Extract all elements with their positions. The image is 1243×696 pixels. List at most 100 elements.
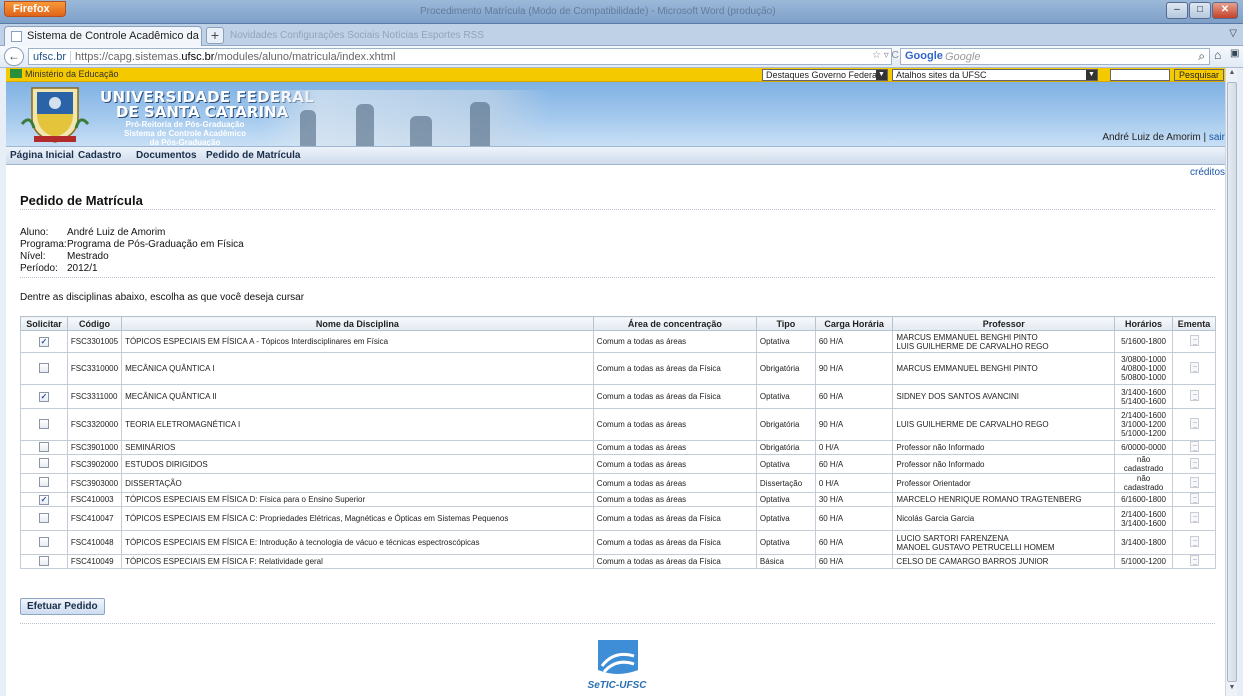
divider [20, 209, 1215, 210]
professor-cell: MARCUS EMMANUEL BENGHI PINTO [892, 352, 1116, 385]
schedule-entry: 3/1400-1800 [1121, 538, 1167, 547]
site-identity[interactable]: ufsc.br [33, 51, 72, 63]
user-separator: | [1203, 132, 1207, 143]
request-checkbox[interactable] [38, 418, 49, 429]
instruction-text: Dentre as disciplinas abaixo, escolha as… [20, 292, 305, 303]
col-horarios: Horários [1114, 316, 1173, 331]
professor-name: MARCUS EMMANUEL BENGHI PINTO [896, 364, 1038, 373]
ufsc-shortcuts-select[interactable]: Atalhos sites da UFSC ▼ [892, 69, 1098, 81]
menu-item-pedido-matricula[interactable]: Pedido de Matrícula [206, 150, 300, 161]
creditos-link[interactable]: créditos [1190, 167, 1225, 178]
ementa-document-icon[interactable] [1189, 441, 1199, 452]
carga-cell: 60 H/A [814, 506, 894, 531]
table-row: FSC3310000 MECÂNICA QUÂNTICA I Comum a tod… [20, 352, 1216, 385]
request-checkbox[interactable] [38, 536, 49, 547]
ementa-document-icon[interactable] [1189, 476, 1199, 488]
home-icon[interactable]: ⌂ [1214, 48, 1228, 65]
menu-item-cadastro[interactable]: Cadastro [78, 150, 121, 161]
back-button[interactable]: ← [4, 47, 24, 66]
request-checkbox[interactable]: ✓ [38, 391, 49, 402]
student-info: Aluno: André Luiz de Amorim [20, 227, 166, 238]
minimize-icon[interactable]: – [1166, 2, 1188, 19]
carga-cell: 0 H/A [814, 473, 894, 493]
search-input[interactable]: Google Google ⌕ [900, 48, 1210, 65]
window-title: Procedimento Matrícula (Modo de Compatib… [420, 6, 776, 17]
request-checkbox[interactable] [38, 512, 49, 523]
gov-highlights-select[interactable]: Destaques Governo Federal ▼ [762, 69, 888, 81]
ementa-cell [1172, 506, 1216, 531]
codigo-cell: FSC410049 [66, 554, 123, 569]
professor-cell: Nicolás Garcia Garcia [892, 506, 1116, 531]
firefox-menu-button[interactable]: Firefox [4, 1, 66, 17]
schedule-entry: 5/0800-1000 [1121, 373, 1167, 382]
col-nome: Nome da Disciplina [121, 316, 594, 331]
schedule-entry: 3/0800-1000 [1121, 355, 1167, 364]
ementa-cell [1172, 473, 1216, 493]
search-placeholder: Google [945, 51, 981, 63]
ementa-document-icon[interactable] [1189, 362, 1199, 373]
new-tab-button[interactable]: + [206, 27, 224, 44]
ementa-document-icon[interactable] [1189, 418, 1199, 429]
user-name: André Luiz de Amorim [1102, 132, 1201, 143]
carga-cell: 0 H/A [814, 440, 894, 455]
carga-cell: 90 H/A [814, 408, 894, 441]
gov-search-input[interactable] [1110, 69, 1170, 81]
professor-name: LUIS GUILHERME DE CARVALHO REGO [896, 420, 1049, 429]
request-checkbox[interactable] [38, 441, 49, 452]
nome-cell: MECÂNICA QUÂNTICA I [121, 352, 594, 385]
table-row: FSC3903000 DISSERTAÇÃO Comum a todas as ár… [20, 473, 1216, 493]
codigo-cell: FSC410048 [66, 530, 123, 555]
menu-item-documentos[interactable]: Documentos [136, 150, 197, 161]
schedule-entry: 6/0000-0000 [1121, 443, 1167, 452]
search-engine-icon[interactable]: Google [905, 50, 943, 62]
ementa-document-icon[interactable] [1189, 555, 1199, 566]
vertical-scrollbar[interactable]: ▲ ▼ [1225, 68, 1237, 696]
codigo-cell: FSC410003 [66, 492, 123, 507]
ementa-document-icon[interactable] [1189, 457, 1199, 469]
ementa-cell [1172, 384, 1216, 409]
request-checkbox[interactable] [38, 477, 49, 487]
gov-search-button[interactable]: Pesquisar [1174, 69, 1224, 81]
close-icon[interactable]: ✕ [1212, 2, 1238, 19]
chevron-down-icon[interactable]: ▽ [1229, 28, 1237, 39]
nome-cell: TEORIA ELETROMAGNÉTICA I [121, 408, 594, 441]
professor-name: MARCELO HENRIQUE ROMANO TRAGTENBERG [896, 495, 1082, 504]
request-checkbox[interactable] [38, 555, 49, 566]
request-checkbox[interactable]: ✓ [38, 494, 49, 505]
ementa-cell [1172, 492, 1216, 507]
area-cell: Comum a todas as áreas [592, 330, 757, 353]
search-icon[interactable]: ⌕ [1198, 49, 1205, 64]
ementa-document-icon[interactable] [1189, 390, 1199, 401]
tipo-cell: Optativa [755, 530, 816, 555]
ementa-cell [1172, 440, 1216, 455]
logout-link[interactable]: sair [1209, 132, 1225, 143]
url-bar[interactable]: ufsc.br https://capg.sistemas.ufsc.br/mod… [28, 48, 892, 65]
bookmark-star-icon[interactable]: ☆ ▿ C [872, 50, 899, 61]
scroll-up-icon[interactable]: ▲ [1227, 69, 1237, 80]
solicitar-cell [20, 554, 68, 569]
tab-active[interactable]: Sistema de Controle Acadêmico da Pós-... [4, 26, 202, 46]
horarios-cell: 3/0800-1000 4/0800-1000 5/0800-1000 [1114, 352, 1173, 385]
period-info: Período: 2012/1 [20, 263, 98, 274]
ementa-document-icon[interactable] [1189, 493, 1199, 504]
ementa-document-icon[interactable] [1189, 536, 1199, 547]
request-checkbox[interactable] [38, 458, 49, 468]
tipo-cell: Obrigatória [755, 440, 816, 455]
professor-cell: SIDNEY DOS SANTOS AVANCINI [892, 384, 1116, 409]
professor-name: MANOEL GUSTAVO PETRUCELLI HOMEM [896, 542, 1055, 552]
maximize-icon[interactable]: □ [1189, 2, 1211, 19]
menu-item-pagina-inicial[interactable]: Página Inicial [10, 150, 74, 161]
scroll-down-icon[interactable]: ▼ [1227, 684, 1237, 695]
tipo-cell: Optativa [755, 492, 816, 507]
professor-cell: MARCELO HENRIQUE ROMANO TRAGTENBERG [892, 492, 1116, 507]
request-checkbox[interactable] [38, 362, 49, 373]
request-checkbox[interactable]: ✓ [38, 336, 49, 347]
ementa-document-icon[interactable] [1189, 335, 1199, 346]
submit-request-button[interactable]: Efetuar Pedido [20, 598, 105, 615]
toolbar-menu-icon[interactable]: ▣ [1230, 48, 1242, 65]
ementa-document-icon[interactable] [1189, 512, 1199, 523]
gov-label[interactable]: Ministério da Educação [10, 69, 119, 79]
scrollbar-thumb[interactable] [1227, 82, 1237, 682]
table-row: FSC3320000 TEORIA ELETROMAGNÉTICA I Comum … [20, 408, 1216, 441]
table-header-row: Solicitar Código Nome da Disciplina Área… [20, 316, 1216, 331]
